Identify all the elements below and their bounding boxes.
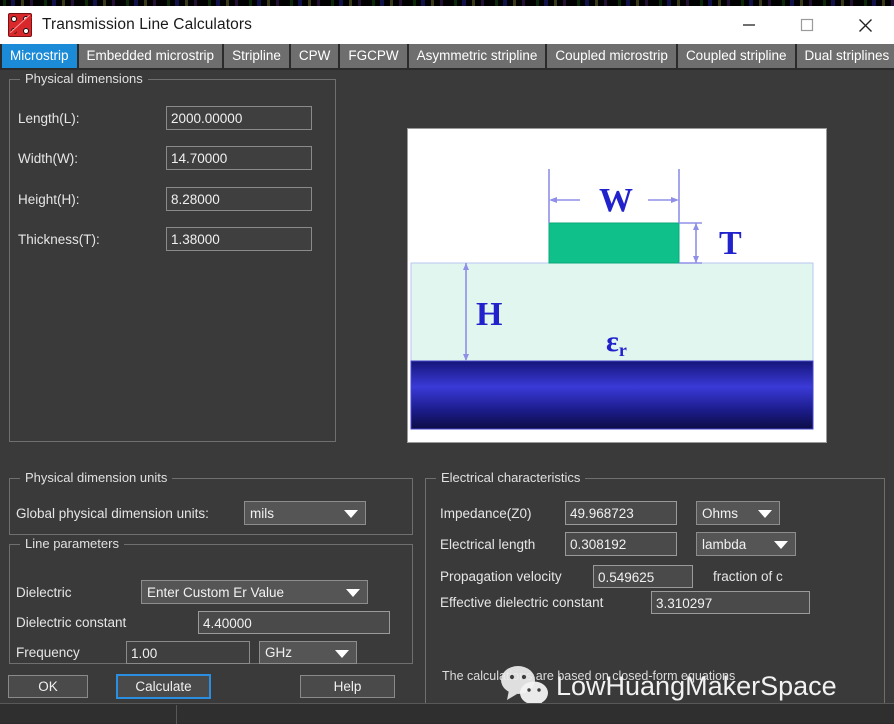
thickness-label: Thickness(T): bbox=[18, 232, 166, 247]
electrical-length-unit-select[interactable]: lambda bbox=[696, 532, 796, 556]
electrical-characteristics-group: Electrical characteristics Impedance(Z0)… bbox=[425, 478, 885, 715]
close-icon[interactable] bbox=[836, 6, 894, 44]
impedance-unit-value: Ohms bbox=[702, 506, 738, 521]
calculation-note: The calculations are based on closed-for… bbox=[442, 669, 735, 683]
width-input[interactable]: 14.70000 bbox=[166, 146, 312, 170]
dielectric-select[interactable]: Enter Custom Er Value bbox=[141, 580, 368, 604]
window-title: Transmission Line Calculators bbox=[42, 16, 252, 34]
electrical-length-unit-value: lambda bbox=[702, 537, 746, 552]
impedance-value[interactable]: 49.968723 bbox=[565, 501, 677, 525]
tab-cpw[interactable]: CPW bbox=[291, 44, 339, 68]
electrical-length-label: Electrical length bbox=[440, 537, 565, 552]
chevron-down-icon bbox=[346, 589, 360, 597]
microstrip-cross-section-diagram: W T H εr bbox=[407, 128, 827, 443]
chevron-down-icon bbox=[335, 650, 349, 658]
frequency-unit-select[interactable]: GHz bbox=[259, 641, 357, 664]
diagram-label-w: W bbox=[599, 182, 633, 219]
dielectric-value: Enter Custom Er Value bbox=[147, 585, 284, 600]
tab-dual-striplines[interactable]: Dual striplines bbox=[797, 44, 894, 68]
minimize-icon[interactable] bbox=[720, 6, 778, 44]
title-bar: Transmission Line Calculators bbox=[0, 6, 894, 44]
tab-coupled-stripline[interactable]: Coupled stripline bbox=[678, 44, 795, 68]
physical-dimensions-title: Physical dimensions bbox=[20, 71, 148, 86]
tab-microstrip[interactable]: Microstrip bbox=[2, 44, 77, 68]
width-label: Width(W): bbox=[18, 151, 166, 166]
length-input[interactable]: 2000.00000 bbox=[166, 106, 312, 130]
frequency-label: Frequency bbox=[16, 645, 126, 660]
line-parameters-group: Line parameters Dielectric Enter Custom … bbox=[9, 544, 413, 664]
physical-dimensions-group: Physical dimensions Length(L): 2000.0000… bbox=[9, 79, 336, 442]
calculate-button[interactable]: Calculate bbox=[116, 674, 211, 699]
height-input[interactable]: 8.28000 bbox=[166, 187, 312, 211]
tab-coupled-microstrip[interactable]: Coupled microstrip bbox=[547, 44, 676, 68]
global-units-select[interactable]: mils bbox=[244, 501, 366, 525]
frequency-unit-value: GHz bbox=[265, 645, 292, 660]
ok-button[interactable]: OK bbox=[8, 675, 88, 698]
diagram-label-h: H bbox=[476, 296, 502, 333]
tab-embedded-microstrip[interactable]: Embedded microstrip bbox=[79, 44, 223, 68]
length-label: Length(L): bbox=[18, 111, 166, 126]
global-units-value: mils bbox=[250, 506, 274, 521]
row-impedance: Impedance(Z0) 49.968723 Ohms bbox=[440, 501, 880, 525]
height-label: Height(H): bbox=[18, 192, 166, 207]
chevron-down-icon bbox=[758, 510, 772, 518]
impedance-unit-select[interactable]: Ohms bbox=[696, 501, 780, 525]
physical-dimension-units-title: Physical dimension units bbox=[20, 470, 172, 485]
chevron-down-icon bbox=[774, 541, 788, 549]
physical-dimension-units-group: Physical dimension units Global physical… bbox=[9, 478, 413, 535]
row-thickness: Thickness(T): 1.38000 bbox=[18, 227, 328, 251]
tab-stripline[interactable]: Stripline bbox=[224, 44, 289, 68]
maximize-icon[interactable] bbox=[778, 6, 836, 44]
propagation-velocity-value[interactable]: 0.549625 bbox=[593, 565, 693, 588]
row-effective-dielectric: Effective dielectric constant 3.310297 bbox=[440, 591, 880, 614]
row-dielectric-constant: Dielectric constant 4.40000 bbox=[16, 611, 408, 634]
window-controls bbox=[720, 6, 894, 44]
row-propagation-velocity: Propagation velocity 0.549625 fraction o… bbox=[440, 565, 880, 588]
electrical-characteristics-title: Electrical characteristics bbox=[436, 470, 585, 485]
row-dielectric: Dielectric Enter Custom Er Value bbox=[16, 580, 408, 604]
effective-dielectric-label: Effective dielectric constant bbox=[440, 595, 651, 610]
row-global-units: Global physical dimension units: mils bbox=[16, 501, 408, 525]
row-height: Height(H): 8.28000 bbox=[18, 187, 328, 211]
dielectric-constant-input[interactable]: 4.40000 bbox=[198, 611, 390, 634]
help-button[interactable]: Help bbox=[300, 675, 395, 698]
global-units-label: Global physical dimension units: bbox=[16, 506, 244, 521]
row-frequency: Frequency 1.00 GHz bbox=[16, 641, 408, 664]
calculator-tab-bar: Microstrip Embedded microstrip Stripline… bbox=[0, 44, 894, 70]
electrical-length-value[interactable]: 0.308192 bbox=[565, 532, 677, 556]
status-bar-divider bbox=[176, 705, 177, 724]
propagation-velocity-label: Propagation velocity bbox=[440, 569, 593, 584]
dielectric-label: Dielectric bbox=[16, 585, 141, 600]
dice-app-icon bbox=[8, 13, 32, 37]
diagram-svg: W T H εr bbox=[408, 129, 826, 442]
row-width: Width(W): 14.70000 bbox=[18, 146, 328, 170]
dielectric-constant-label: Dielectric constant bbox=[16, 615, 198, 630]
row-electrical-length: Electrical length 0.308192 lambda bbox=[440, 532, 880, 556]
diagram-label-t: T bbox=[719, 225, 742, 262]
thickness-input[interactable]: 1.38000 bbox=[166, 227, 312, 251]
microstrip-panel: Physical dimensions Length(L): 2000.0000… bbox=[0, 70, 894, 723]
propagation-velocity-unit: fraction of c bbox=[713, 569, 783, 584]
line-parameters-title: Line parameters bbox=[20, 536, 124, 551]
chevron-down-icon bbox=[344, 510, 358, 518]
impedance-label: Impedance(Z0) bbox=[440, 506, 565, 521]
tab-asymmetric-stripline[interactable]: Asymmetric stripline bbox=[409, 44, 546, 68]
tab-fgcpw[interactable]: FGCPW bbox=[340, 44, 406, 68]
status-bar bbox=[0, 703, 894, 723]
row-length: Length(L): 2000.00000 bbox=[18, 106, 328, 130]
effective-dielectric-value[interactable]: 3.310297 bbox=[651, 591, 810, 614]
frequency-input[interactable]: 1.00 bbox=[126, 641, 250, 664]
